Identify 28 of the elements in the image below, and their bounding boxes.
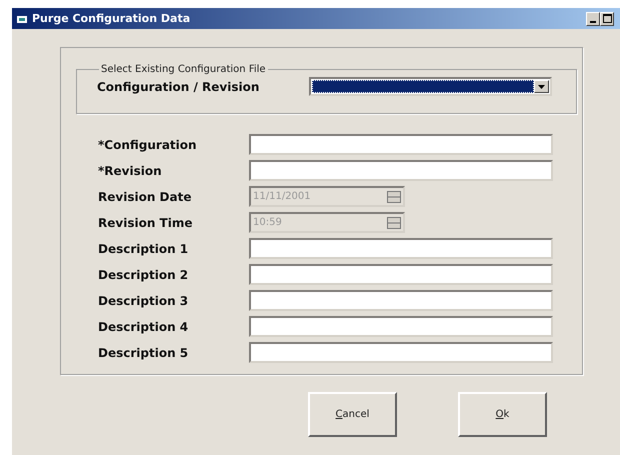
minimize-icon [590,20,596,22]
text-field[interactable] [249,134,553,155]
field-label: Description 5 [98,346,190,360]
group-legend: Select Existing Configuration File [99,64,268,75]
text-field[interactable] [249,316,553,337]
dialog-button[interactable]: Ok [458,392,547,437]
maximize-icon [602,14,612,23]
field-label: *Configuration [98,138,198,152]
text-field[interactable] [249,264,553,285]
field-label: Revision Date [98,190,192,204]
field-label: Revision Time [98,216,194,230]
minimize-button[interactable] [586,12,600,26]
maximize-button[interactable] [600,12,614,26]
field-label: Description 3 [98,294,190,308]
text-field[interactable] [249,342,553,363]
dropdown-button[interactable] [534,80,549,93]
field-label: Description 2 [98,268,190,282]
window-title: Purge Configuration Data [32,12,192,25]
caret-icon [538,84,545,88]
configuration-dropdown[interactable] [309,77,552,96]
combo-label: Configuration / Revision [97,80,260,94]
field-label: Description 1 [98,242,190,256]
text-field[interactable] [249,238,553,259]
dialog-button[interactable]: Cancel [308,392,397,437]
text-field[interactable] [249,160,553,181]
text-field[interactable] [249,290,553,311]
field-label: *Revision [98,164,163,178]
field-label: Description 4 [98,320,190,334]
